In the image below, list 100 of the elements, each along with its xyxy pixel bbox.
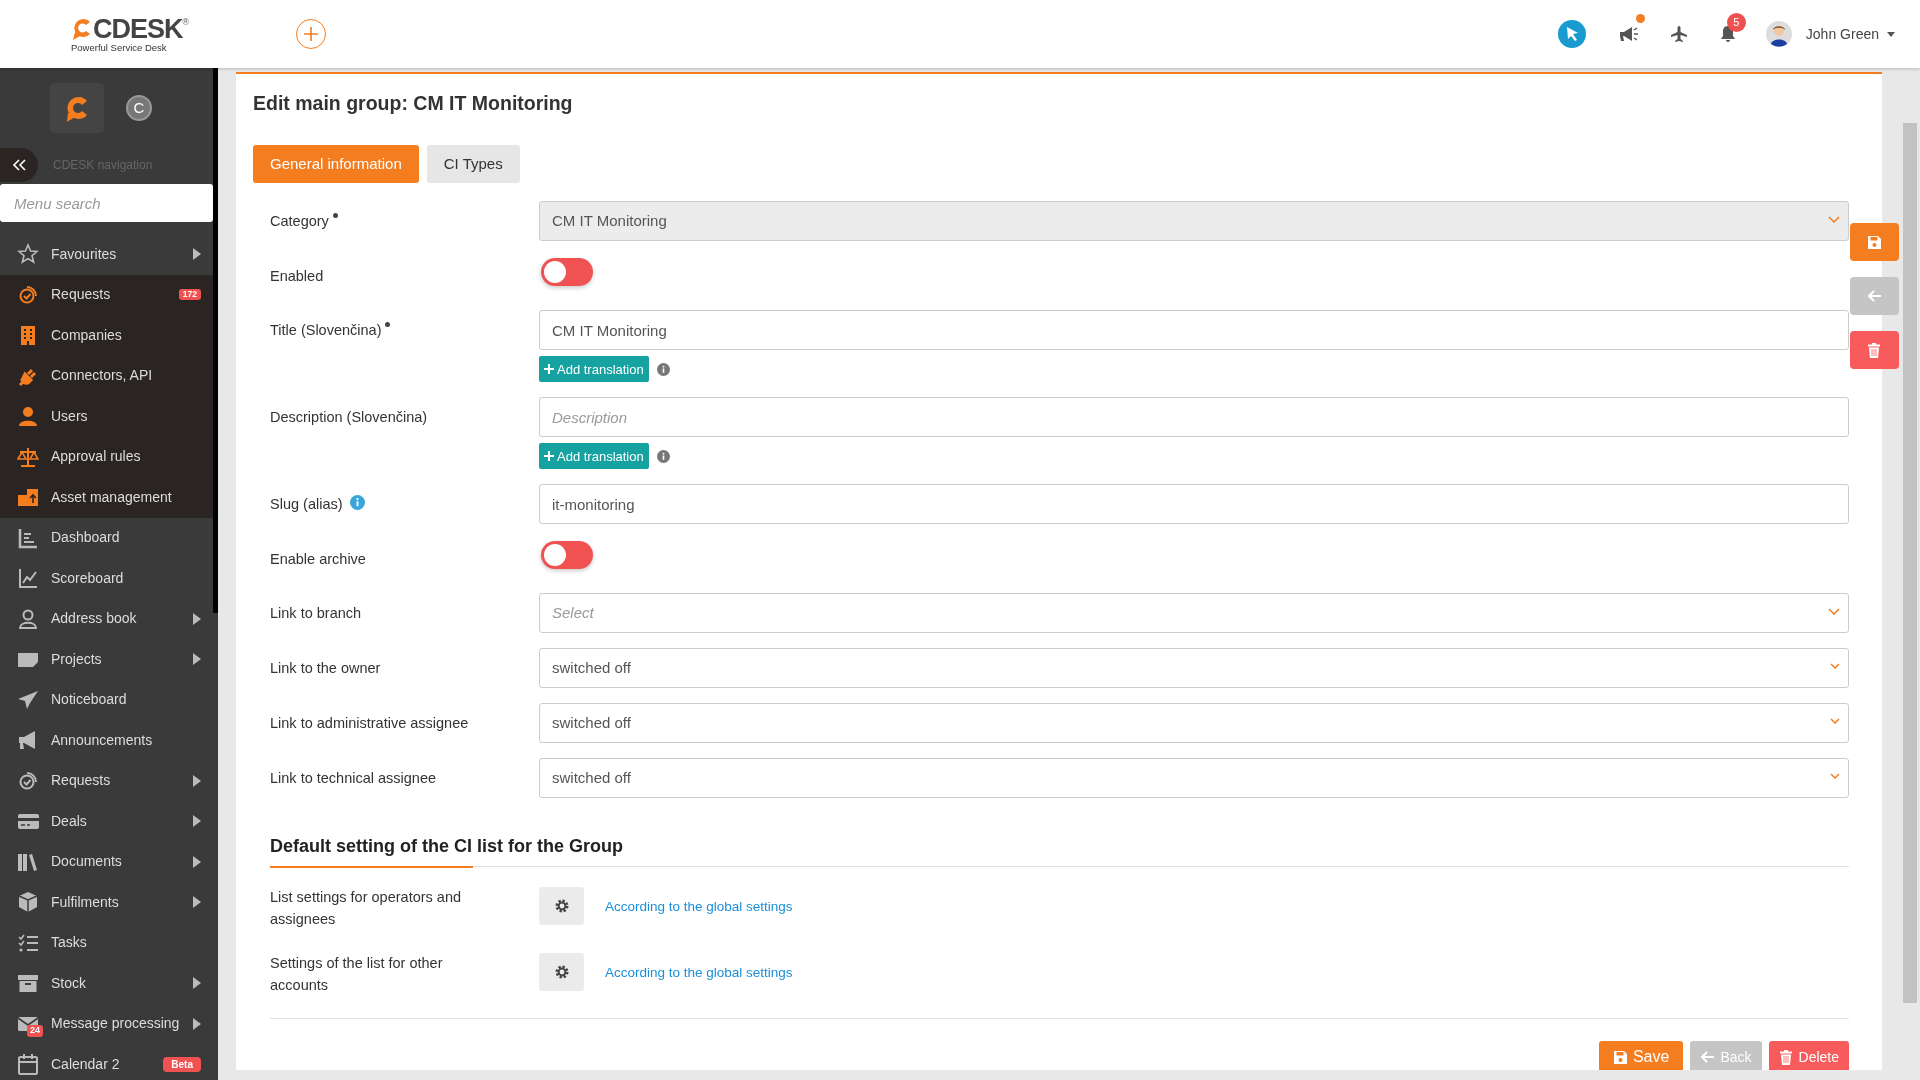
avatar[interactable]: C <box>126 95 152 121</box>
plus-icon <box>544 451 554 462</box>
logo-icon <box>64 94 90 122</box>
double-chevron-icon <box>12 159 26 171</box>
save-button[interactable] <box>1850 223 1899 261</box>
add-button[interactable] <box>296 19 327 49</box>
delete-button[interactable] <box>1850 331 1899 369</box>
sidebar-item[interactable]: Favourites <box>0 234 213 275</box>
tab[interactable]: CI Types <box>426 145 520 184</box>
settings-link[interactable]: According to the global settings <box>605 897 793 918</box>
text-field[interactable]: Description <box>539 397 1849 438</box>
gear-icon <box>554 964 569 979</box>
count-badge: Beta <box>163 1056 201 1072</box>
field-label: Title (Slovenčina) <box>270 321 382 341</box>
menu-icon <box>17 769 39 792</box>
sidebar-item[interactable]: Fulfilments <box>0 882 213 923</box>
sidebar-item[interactable]: Asset management <box>0 477 213 518</box>
menu-icon <box>17 283 39 306</box>
plus-icon <box>304 27 319 41</box>
field-label: Enable archive <box>270 550 366 570</box>
sidebar-item[interactable]: Requests 172 <box>0 274 213 315</box>
menu-icon <box>17 1053 39 1076</box>
chevron-down-icon <box>1830 663 1840 670</box>
select-field: CM IT Monitoring <box>539 201 1849 242</box>
menu-icon <box>17 891 39 914</box>
select-field[interactable]: switched off <box>539 758 1849 799</box>
sidebar-item[interactable]: Projects <box>0 639 213 680</box>
page-title: Edit main group: CM IT Monitoring <box>253 92 574 116</box>
field-label: Enabled <box>270 267 324 287</box>
info-icon <box>656 362 670 376</box>
field-label: Description (Slovenčina) <box>270 408 428 428</box>
plus-icon <box>544 364 554 375</box>
menu-icon <box>17 972 39 995</box>
chevron-down-icon <box>1828 216 1840 224</box>
sidebar-item[interactable]: Users <box>0 396 213 437</box>
field-label: Link to technical assignee <box>270 769 437 789</box>
trash-icon <box>1867 342 1882 358</box>
menu-icon <box>17 405 39 428</box>
field-label: Category <box>270 212 329 232</box>
field-label: Slug (alias) <box>270 495 343 515</box>
scrollbar[interactable] <box>1903 123 1917 1003</box>
notification-count: 5 <box>1726 13 1746 32</box>
sidebar-item[interactable]: Dashboard <box>0 517 213 558</box>
section-heading: Default setting of the CI list for the Group <box>270 836 623 857</box>
sidebar-item[interactable]: Approval rules <box>0 436 213 477</box>
menu-icon <box>17 567 39 590</box>
menu-icon <box>17 445 39 468</box>
toggle-switch[interactable] <box>541 258 593 287</box>
sidebar-item[interactable]: Scoreboard <box>0 558 213 599</box>
menu-icon <box>17 688 39 711</box>
sidebar-item[interactable]: Announcements <box>0 720 213 761</box>
setting-label: List settings for operators and assignees <box>270 888 463 930</box>
arrow-left-icon <box>1700 1049 1716 1065</box>
sidebar-item[interactable]: 24 Message processing <box>0 1003 213 1044</box>
info-icon <box>656 449 670 463</box>
sidebar-item[interactable]: Requests <box>0 760 213 801</box>
registered-mark: ® <box>182 15 190 27</box>
field-label: Link to branch <box>270 604 362 624</box>
sidebar-item[interactable]: Calendar 2 Beta <box>0 1044 213 1080</box>
sidebar-item[interactable]: Deals <box>0 801 213 842</box>
arrow-left-icon <box>1867 288 1882 304</box>
menu-icon <box>17 243 39 266</box>
sidebar-item[interactable]: Noticeboard <box>0 679 213 720</box>
menu-icon <box>17 607 39 630</box>
text-field[interactable]: CM IT Monitoring <box>539 310 1849 351</box>
logo-tagline: Powerful Service Desk <box>71 42 167 53</box>
toggle-switch[interactable] <box>541 541 593 570</box>
airplane-icon[interactable] <box>1669 25 1688 43</box>
caret-icon <box>1887 31 1895 37</box>
field-label: Link to the owner <box>270 659 381 679</box>
megaphone-icon[interactable] <box>1617 25 1640 43</box>
count-badge: 172 <box>178 289 201 301</box>
gear-icon <box>554 899 569 914</box>
sidebar-item[interactable]: Documents <box>0 841 213 882</box>
text-field[interactable]: it-monitoring <box>539 484 1849 525</box>
select-field[interactable]: switched off <box>539 648 1849 689</box>
brand-name: CDESK <box>93 15 183 43</box>
setting-label: Settings of the list for other accounts <box>270 953 444 995</box>
chevron-down-icon <box>1828 608 1840 616</box>
cursor-icon[interactable] <box>1557 20 1586 48</box>
settings-button[interactable] <box>539 887 584 926</box>
sidebar-item[interactable]: Address book <box>0 598 213 639</box>
avatar <box>1765 21 1792 47</box>
settings-link[interactable]: According to the global settings <box>605 962 793 984</box>
sidebar-item[interactable]: Companies <box>0 315 213 356</box>
trash-icon <box>1778 1049 1794 1065</box>
sidebar-item[interactable]: Connectors, API <box>0 355 213 396</box>
user-menu[interactable]: John Green <box>1805 23 1895 45</box>
settings-button[interactable] <box>539 952 584 991</box>
app-logo[interactable] <box>50 83 104 133</box>
search-field[interactable]: Menu search <box>0 184 213 222</box>
field-label: Link to administrative assignee <box>270 714 469 734</box>
chevron-down-icon <box>1830 773 1840 780</box>
sidebar-item[interactable]: Tasks <box>0 922 213 963</box>
menu-icon <box>17 486 39 509</box>
collapse-button[interactable] <box>0 148 38 182</box>
sidebar-item[interactable]: Stock <box>0 963 213 1004</box>
select-field[interactable]: switched off <box>539 703 1849 744</box>
menu-icon <box>17 526 39 549</box>
chevron-down-icon <box>1830 718 1840 725</box>
